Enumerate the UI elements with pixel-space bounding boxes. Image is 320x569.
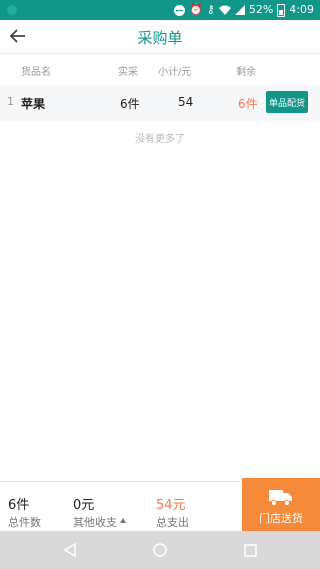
total-count: 6件 总件数 (8, 494, 41, 530)
signal-icon (234, 5, 245, 15)
row-index: 1 (7, 95, 14, 108)
row-actual: 6件 (120, 97, 140, 111)
truck-icon (269, 490, 292, 506)
status-icons: ⏰ ⚷ 52% 4:09 (174, 2, 314, 18)
page-title: 采购单 (137, 29, 183, 47)
battery-percent: 52% (248, 3, 274, 16)
total-count-value: 6件 (8, 498, 30, 513)
do-not-disturb-icon (174, 4, 186, 16)
total-expense-label: 总支出 (156, 516, 189, 529)
key-icon: ⚷ (206, 3, 215, 16)
store-delivery-label: 门店送货 (259, 512, 303, 525)
column-actual: 实采 (118, 67, 138, 78)
single-item-distribute-button[interactable]: 单品配货 (266, 91, 308, 113)
app-header: 采购单 (0, 20, 320, 54)
alarm-icon: ⏰ (189, 3, 203, 16)
battery-icon (277, 3, 286, 17)
column-name: 货品名 (21, 67, 51, 78)
table-row: 1 苹果 6件 54 6件 单品配货 (0, 85, 320, 121)
wifi-icon (218, 5, 231, 15)
column-subtotal: 小计/元 (158, 67, 192, 78)
clock: 4:09 (289, 3, 314, 16)
notification-icon (7, 5, 17, 15)
other-income-label: 其他收支 (73, 516, 117, 529)
status-bar: ⏰ ⚷ 52% 4:09 (0, 0, 320, 20)
nav-back-icon[interactable] (62, 542, 78, 558)
total-expense: 54元 总支出 (156, 494, 189, 530)
other-income-value: 0元 (73, 498, 95, 513)
row-remaining: 6件 (238, 97, 258, 111)
caret-up-icon[interactable] (120, 518, 126, 523)
store-delivery-button[interactable]: 门店送货 (242, 478, 320, 532)
row-subtotal: 54 (178, 95, 194, 109)
row-product-name: 苹果 (21, 97, 46, 111)
other-income[interactable]: 0元 其他收支 (73, 494, 117, 530)
table-header: 货品名 实采 小计/元 剩余 (0, 54, 320, 84)
nav-home-icon[interactable] (152, 542, 168, 558)
nav-recent-icon[interactable] (242, 542, 258, 558)
total-expense-value: 54元 (156, 498, 186, 513)
navigation-bar (0, 531, 320, 569)
list-end-text: 没有更多了 (135, 134, 185, 145)
column-remaining: 剩余 (236, 67, 256, 78)
total-count-label: 总件数 (8, 516, 41, 529)
